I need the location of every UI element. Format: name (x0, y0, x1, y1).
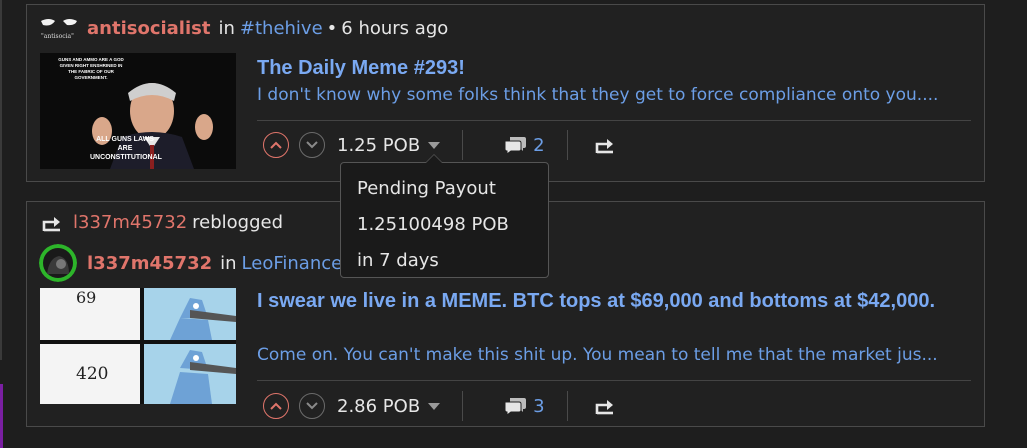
thumbnail-number-top: 69 (76, 288, 97, 307)
comment-icon (504, 398, 527, 416)
comment-count: 3 (533, 395, 545, 417)
author-avatar[interactable] (39, 244, 77, 282)
payout-value: 1.25 POB (337, 134, 421, 156)
post-thumbnail[interactable]: 69 420 (40, 288, 236, 404)
post-meta: l337m45732 in LeoFinance • (39, 244, 361, 282)
action-divider (566, 130, 568, 160)
left-border (0, 0, 2, 360)
action-divider (462, 130, 464, 160)
reblogger-link[interactable]: l337m45732 (73, 212, 187, 233)
reblog-info: l337m45732 reblogged (41, 212, 283, 233)
post-description[interactable]: Come on. You can't make this shit up. Yo… (257, 345, 975, 365)
payout-dropdown[interactable]: 1.25 POB (337, 134, 441, 156)
divider (257, 380, 971, 381)
comments-button[interactable]: 2 (503, 134, 545, 156)
reblog-icon (42, 216, 60, 231)
reblog-button[interactable] (594, 397, 616, 415)
author-link[interactable]: antisocialist (87, 18, 210, 39)
reblog-icon (595, 139, 613, 154)
post-title[interactable]: The Daily Meme #293! (257, 55, 977, 82)
action-divider (462, 391, 464, 421)
chevron-down-icon (306, 402, 318, 410)
payout-value: 2.86 POB (337, 395, 421, 417)
tooltip-amount: 1.25100498 POB (357, 214, 509, 235)
tooltip-time: in 7 days (357, 250, 439, 271)
bullet-separator: • (326, 17, 338, 39)
left-accent-bar (0, 384, 3, 448)
divider (257, 120, 971, 121)
in-label: in (220, 252, 237, 274)
community-link[interactable]: LeoFinance (242, 253, 343, 274)
comment-count: 2 (533, 134, 545, 156)
upvote-button[interactable] (263, 393, 289, 419)
post-thumbnail[interactable]: GUNS AND AMMO ARE A GOD GIVEN RIGHT ENSH… (40, 53, 236, 169)
post-time[interactable]: 6 hours ago (341, 18, 448, 39)
thumbnail-caption-bottom: ALL GUNS LAWS ARE UNCONSTITUTIONAL (90, 136, 162, 161)
reblog-icon (595, 400, 613, 415)
reblog-button[interactable] (594, 136, 616, 154)
reblogged-label: reblogged (192, 212, 284, 233)
caret-down-icon (428, 141, 441, 149)
payout-dropdown[interactable]: 2.86 POB (337, 395, 441, 417)
chevron-up-icon (270, 141, 282, 149)
thumbnail-caption-top: GUNS AND AMMO ARE A GOD GIVEN RIGHT ENSH… (58, 57, 124, 80)
author-link[interactable]: l337m45732 (87, 253, 212, 274)
post-meta: "antisocia" antisocialist in #thehive • … (39, 15, 448, 41)
caret-down-icon (428, 402, 441, 410)
downvote-button[interactable] (299, 132, 325, 158)
chevron-up-icon (270, 402, 282, 410)
downvote-button[interactable] (299, 393, 325, 419)
post-card-1: "antisocia" antisocialist in #thehive • … (26, 4, 985, 182)
post-title[interactable]: I swear we live in a MEME. BTC tops at $… (257, 288, 977, 315)
in-label: in (218, 17, 235, 39)
upvote-button[interactable] (263, 132, 289, 158)
avatar-text: "antisocia" (41, 33, 74, 40)
community-link[interactable]: #thehive (240, 18, 323, 39)
chevron-down-icon (306, 141, 318, 149)
payout-tooltip: Pending Payout 1.25100498 POB in 7 days (340, 154, 549, 278)
thumbnail-number-bottom: 420 (76, 364, 109, 384)
tooltip-heading: Pending Payout (357, 178, 496, 199)
post-actions: 2.86 POB 3 (263, 388, 616, 424)
comments-button[interactable]: 3 (503, 395, 545, 417)
action-divider (566, 391, 568, 421)
post-description[interactable]: I don't know why some folks think that t… (257, 85, 975, 105)
comment-icon (504, 137, 527, 155)
author-avatar[interactable]: "antisocia" (39, 15, 79, 41)
